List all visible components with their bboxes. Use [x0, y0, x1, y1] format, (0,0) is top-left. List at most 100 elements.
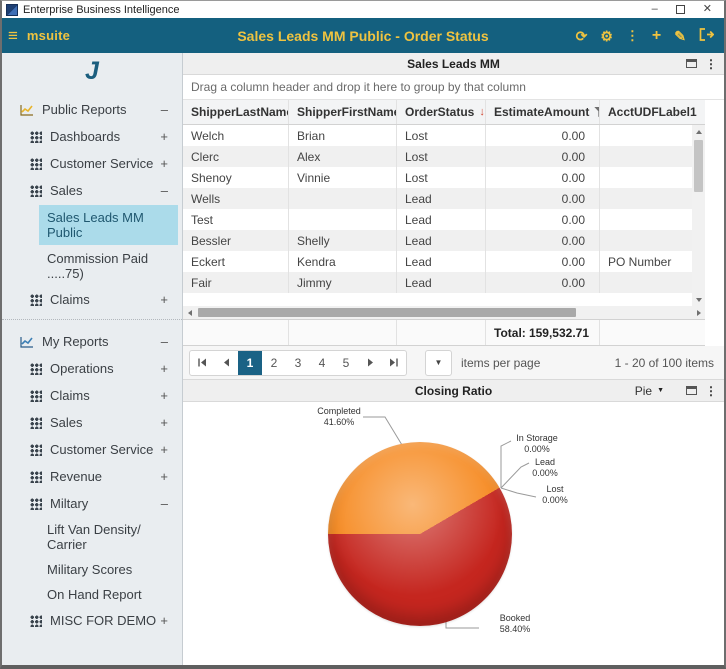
column-header-shipperlastname[interactable]: ShipperLastName [183, 100, 289, 124]
sidebar-item-military-scores[interactable]: Military Scores [2, 557, 182, 582]
prev-page-button[interactable] [214, 350, 238, 376]
page-button-4[interactable]: 4 [310, 350, 334, 376]
edit-pencil-icon[interactable]: ✎ [674, 28, 686, 44]
msuite-logo: J [85, 57, 99, 85]
sidebar-item-misc-for-demo[interactable]: MISC FOR DEMO + [2, 607, 182, 634]
sidebar-item-revenue[interactable]: Revenue + [2, 463, 182, 490]
expand-toggle[interactable]: + [160, 415, 168, 430]
table-row[interactable]: EckertKendraLead0.00PO Number [183, 251, 692, 272]
table-row[interactable]: WellsLead0.00 [183, 188, 692, 209]
sidebar-item-operations[interactable]: Operations + [2, 355, 182, 382]
page-button-5[interactable]: 5 [334, 350, 358, 376]
page-button-3[interactable]: 3 [286, 350, 310, 376]
vertical-scrollbar[interactable] [692, 125, 705, 306]
table-row[interactable]: BesslerShellyLead0.00 [183, 230, 692, 251]
sort-desc-icon: ↓ [479, 106, 485, 118]
sidebar-item-dashboards[interactable]: Dashboards + [2, 123, 182, 150]
sidebar-item-miltary[interactable]: Miltary – [2, 490, 182, 517]
horizontal-scrollbar[interactable] [183, 306, 705, 319]
table-row[interactable]: FairJimmyLead0.00 [183, 272, 692, 293]
expand-toggle[interactable]: + [160, 388, 168, 403]
scroll-down-arrow[interactable] [696, 293, 702, 306]
expand-toggle[interactable]: + [160, 442, 168, 457]
refresh-icon[interactable]: ⟳ [576, 28, 588, 44]
pie-label-lost: Lost0.00% [525, 484, 585, 506]
collapse-toggle[interactable]: – [161, 496, 168, 511]
scrollbar-thumb[interactable] [198, 308, 576, 317]
panel-kebab-icon[interactable]: ⋮ [705, 386, 717, 396]
popout-window-icon[interactable] [686, 59, 697, 68]
grid-icon [30, 185, 42, 197]
grid-header-row: ShipperLastName ShipperFirstName OrderSt… [183, 100, 705, 125]
collapse-toggle[interactable]: – [161, 334, 168, 349]
grid-rows: WelchBrianLost0.00 ClercAlexLost0.00 She… [183, 125, 692, 306]
table-row[interactable]: ShenoyVinnieLost0.00 [183, 167, 692, 188]
expand-toggle[interactable]: + [160, 613, 168, 628]
pie[interactable] [328, 442, 512, 626]
column-header-estimateamount[interactable]: EstimateAmount [486, 100, 600, 124]
sidebar-item-on-hand-report[interactable]: On Hand Report [2, 582, 182, 607]
chart-type-dropdown[interactable]: Pie ▼ [635, 384, 664, 398]
grid-icon [30, 158, 42, 170]
sign-out-icon[interactable] [699, 28, 714, 44]
menu-icon[interactable]: ≡ [2, 27, 27, 44]
collapse-toggle[interactable]: – [161, 183, 168, 198]
pie-label-lead: Lead0.00% [515, 457, 575, 479]
scroll-up-arrow[interactable] [696, 125, 702, 138]
grid-panel-title: Sales Leads MM [183, 57, 724, 71]
column-header-acctudflabel1[interactable]: AcctUDFLabel1 [600, 100, 705, 124]
popout-window-icon[interactable] [686, 386, 697, 395]
next-page-button[interactable] [358, 350, 382, 376]
scroll-left-arrow[interactable] [183, 310, 196, 316]
scrollbar-thumb[interactable] [694, 140, 703, 192]
sidebar-item-claims[interactable]: Claims + [2, 286, 182, 313]
first-page-button[interactable] [190, 350, 214, 376]
brand-label[interactable]: msuite [27, 28, 70, 43]
grid-icon [30, 363, 42, 375]
sidebar-item-customer-service[interactable]: Customer Service + [2, 150, 182, 177]
sidebar-section-public-reports[interactable]: Public Reports – [2, 96, 182, 123]
chevron-down-icon: ▼ [657, 387, 664, 394]
sidebar-item-sales-leads-mm-public[interactable]: Sales Leads MM Public [39, 205, 178, 245]
expand-toggle[interactable]: + [160, 361, 168, 376]
expand-toggle[interactable]: + [160, 469, 168, 484]
column-header-shipperfirstname[interactable]: ShipperFirstName [289, 100, 397, 124]
table-row[interactable]: WelchBrianLost0.00 [183, 125, 692, 146]
collapse-toggle[interactable]: – [161, 102, 168, 117]
sidebar-item-commission-paid[interactable]: Commission Paid .....75) [2, 246, 182, 286]
page-size-dropdown[interactable]: ▼ [425, 350, 452, 376]
grid-icon [30, 417, 42, 429]
close-button[interactable]: ✕ [703, 4, 712, 15]
grid-footer-total-row: Total: 159,532.71 [183, 319, 705, 346]
chart-line-icon [20, 104, 34, 116]
sidebar-item-my-sales[interactable]: Sales + [2, 409, 182, 436]
panel-kebab-icon[interactable]: ⋮ [705, 59, 717, 69]
empty-row-space [183, 293, 692, 306]
page-button-2[interactable]: 2 [262, 350, 286, 376]
group-drop-hint[interactable]: Drag a column header and drop it here to… [183, 75, 724, 100]
titlebar: Enterprise Business Intelligence – ✕ [2, 1, 724, 18]
pager-range-info: 1 - 20 of 100 items [615, 356, 714, 370]
expand-toggle[interactable]: + [160, 129, 168, 144]
scroll-right-arrow[interactable] [692, 310, 705, 316]
section-label: Public Reports [42, 102, 127, 117]
column-header-orderstatus[interactable]: OrderStatus ↓ [397, 100, 486, 124]
table-row[interactable]: ClercAlexLost0.00 [183, 146, 692, 167]
table-row[interactable]: TestLead0.00 [183, 209, 692, 230]
last-page-button[interactable] [382, 350, 406, 376]
chart-line-icon [20, 336, 34, 348]
add-icon[interactable]: + [652, 28, 661, 44]
kebab-menu-icon[interactable]: ⋮ [626, 28, 639, 44]
page-button-1[interactable]: 1 [238, 350, 262, 376]
sidebar-section-my-reports[interactable]: My Reports – [2, 328, 182, 355]
minimize-button[interactable]: – [652, 4, 658, 15]
sidebar-item-lift-van-density-carrier[interactable]: Lift Van Density/ Carrier [2, 517, 182, 557]
sidebar-item-my-customer-service[interactable]: Customer Service + [2, 436, 182, 463]
expand-toggle[interactable]: + [160, 156, 168, 171]
maximize-button[interactable] [676, 5, 685, 14]
sidebar-item-my-claims[interactable]: Claims + [2, 382, 182, 409]
gear-icon[interactable]: ⚙ [600, 28, 613, 44]
sidebar-item-sales[interactable]: Sales – [2, 177, 182, 204]
chart-panel-header: Closing Ratio Pie ▼ ⋮ [183, 380, 724, 402]
expand-toggle[interactable]: + [160, 292, 168, 307]
